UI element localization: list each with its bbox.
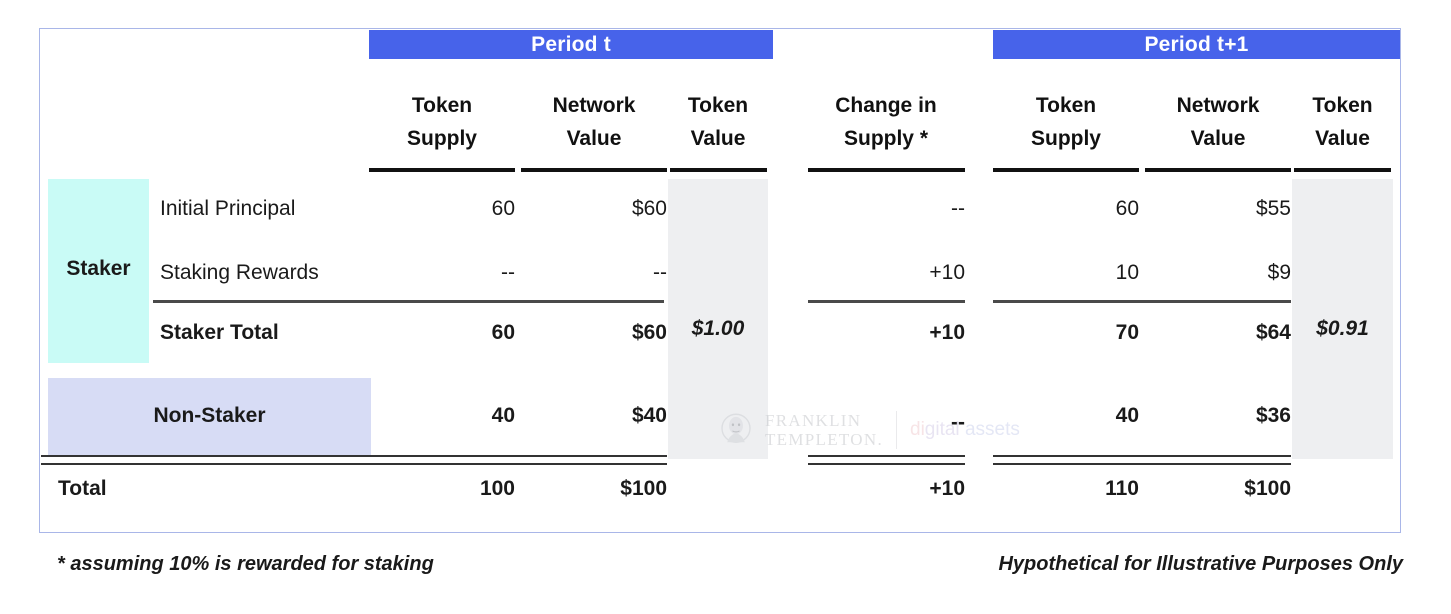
cutoff-text-top — [0, 0, 1451, 14]
period-t-header: Period t — [369, 30, 773, 59]
period-t1-header: Period t+1 — [993, 30, 1400, 59]
column-header-token-supply-t: Token Supply — [369, 89, 515, 171]
column-header-line1: Token — [687, 94, 749, 117]
row-label-staking-rewards: Staking Rewards — [160, 261, 319, 284]
cell-non-staker-network-value-t1: $36 — [1255, 404, 1291, 427]
cutoff-text-bottom — [0, 600, 1451, 614]
cell-staker-total-network-value-t: $60 — [631, 321, 667, 344]
cell-staker-total-change-in-supply: +10 — [929, 321, 965, 344]
column-header-network-value-t: Network Value — [521, 89, 667, 171]
group-label-staker: Staker — [66, 257, 131, 280]
cell-total-token-supply-t: 100 — [479, 477, 515, 500]
subtotal-rule-staker-right — [993, 300, 1291, 303]
column-header-line1: Change in — [835, 94, 937, 117]
cell-initial-principal-token-supply-t: 60 — [491, 197, 515, 220]
cell-staking-rewards-network-value-t: -- — [653, 261, 667, 284]
cell-staking-rewards-change-in-supply: +10 — [929, 261, 965, 284]
row-label-staker-total: Staker Total — [160, 321, 279, 344]
column-header-token-value-t1: Token Value — [1292, 89, 1393, 171]
column-header-line1: Network — [1176, 94, 1260, 117]
column-header-line1: Token — [1312, 94, 1373, 117]
column-header-line2: Supply — [406, 127, 477, 150]
column-header-line2: Value — [690, 127, 746, 150]
group-label-non-staker: Non-Staker — [153, 404, 266, 427]
cell-initial-principal-network-value-t1: $55 — [1255, 197, 1291, 220]
subtotal-rule-staker-change — [808, 300, 965, 303]
column-header-line2: Supply — [1030, 127, 1101, 150]
cell-non-staker-token-supply-t: 40 — [491, 404, 515, 427]
total-rule-right — [993, 455, 1291, 465]
header-rule-network-value-t — [521, 168, 667, 172]
header-rule-change-in-supply — [808, 168, 965, 172]
cell-staking-rewards-token-supply-t1: 10 — [1115, 261, 1139, 284]
header-rule-network-value-t1 — [1145, 168, 1291, 172]
footnote-assumption: * assuming 10% is rewarded for staking — [57, 553, 434, 575]
cell-total-token-supply-t1: 110 — [1105, 477, 1139, 500]
subtotal-rule-staker-left — [153, 300, 664, 303]
cell-total-change-in-supply: +10 — [929, 477, 965, 500]
cell-staker-total-network-value-t1: $64 — [1255, 321, 1291, 344]
cell-total-network-value-t1: $100 — [1244, 477, 1291, 500]
cell-non-staker-change-in-supply: -- — [951, 411, 965, 434]
cell-non-staker-network-value-t: $40 — [631, 404, 667, 427]
column-header-token-supply-t1: Token Supply — [993, 89, 1139, 171]
column-header-line1: Token — [411, 94, 473, 117]
cell-token-value-period-t1: $0.91 — [1316, 317, 1369, 340]
column-header-token-value-t: Token Value — [668, 89, 768, 171]
cell-non-staker-token-supply-t1: 40 — [1115, 404, 1139, 427]
cell-staker-total-token-supply-t1: 70 — [1115, 321, 1139, 344]
header-rule-token-value-t1 — [1294, 168, 1391, 172]
cell-total-network-value-t: $100 — [620, 477, 667, 500]
column-header-line2: Value — [1315, 127, 1370, 150]
total-rule-left — [41, 455, 667, 465]
figure-root: Period t Period t+1 Token Supply Network… — [0, 0, 1451, 614]
cell-staking-rewards-network-value-t1: $9 — [1267, 261, 1291, 284]
column-header-line2: Supply * — [843, 127, 928, 150]
column-header-change-in-supply: Change in Supply * — [804, 89, 968, 171]
column-header-network-value-t1: Network Value — [1145, 89, 1291, 171]
row-label-total: Total — [58, 477, 107, 500]
footnote-disclaimer: Hypothetical for Illustrative Purposes O… — [998, 553, 1403, 575]
column-header-line2: Value — [1190, 127, 1246, 150]
staking-dilution-table: Period t Period t+1 Token Supply Network… — [39, 28, 1401, 533]
cell-initial-principal-change-in-supply: -- — [951, 197, 965, 220]
cell-staker-total-token-supply-t: 60 — [491, 321, 515, 344]
header-rule-token-supply-t — [369, 168, 515, 172]
cell-token-value-period-t: $1.00 — [691, 317, 745, 340]
cell-staking-rewards-token-supply-t: -- — [501, 261, 515, 284]
header-rule-token-supply-t1 — [993, 168, 1139, 172]
cell-initial-principal-token-supply-t1: 60 — [1115, 197, 1139, 220]
column-header-line1: Token — [1035, 94, 1097, 117]
header-rule-token-value-t — [670, 168, 767, 172]
column-header-line2: Value — [566, 127, 622, 150]
total-rule-change — [808, 455, 965, 465]
column-header-line1: Network — [552, 94, 636, 117]
row-label-initial-principal: Initial Principal — [160, 197, 296, 220]
cell-initial-principal-network-value-t: $60 — [631, 197, 667, 220]
